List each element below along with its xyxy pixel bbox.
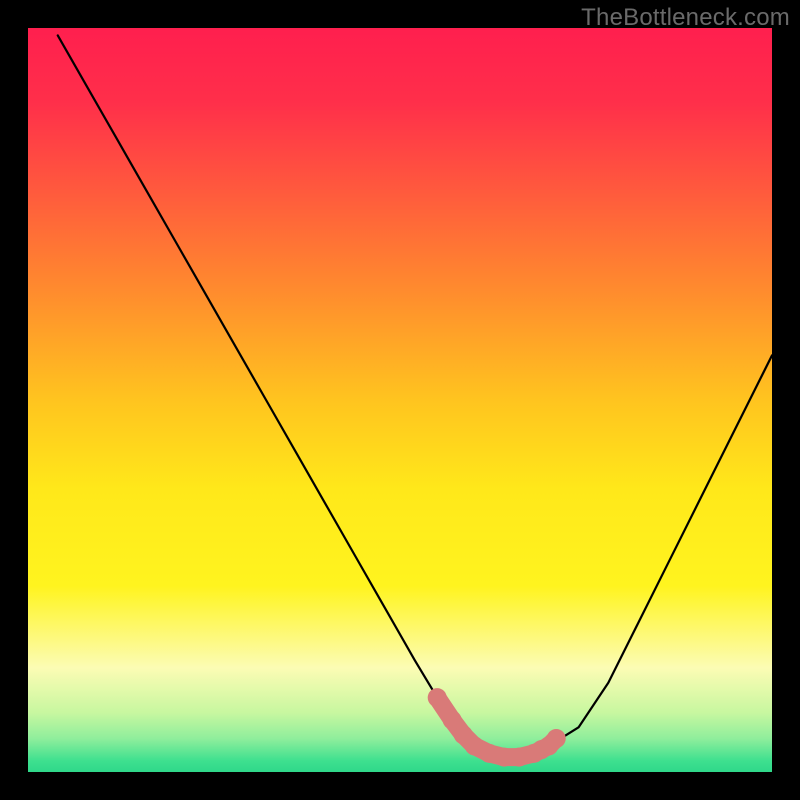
optimal-marker [547, 729, 566, 748]
bottleneck-curve [58, 35, 772, 757]
optimal-marker [428, 688, 447, 707]
optimal-range-markers [428, 688, 566, 767]
chart-svg [28, 28, 772, 772]
chart-frame: TheBottleneck.com [0, 0, 800, 800]
watermark-text: TheBottleneck.com [581, 4, 790, 32]
plot-area [28, 28, 772, 772]
